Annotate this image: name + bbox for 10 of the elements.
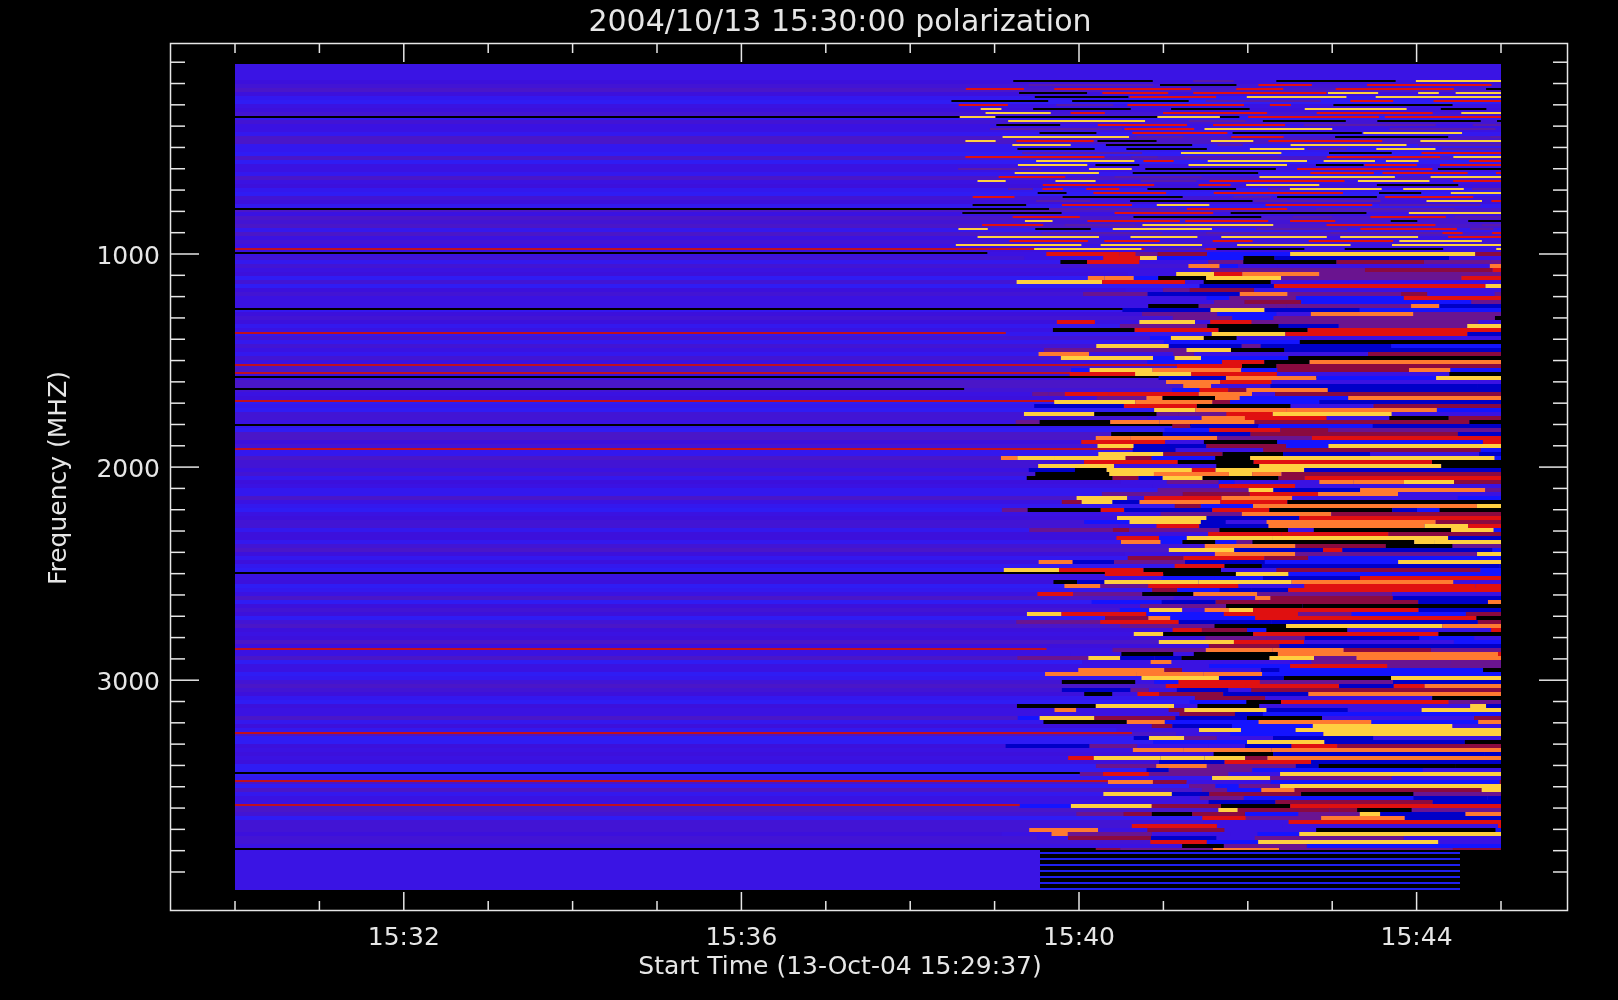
tick-label: 1000: [96, 241, 160, 270]
axis-label: Start Time (13-Oct-04 15:29:37): [638, 951, 1042, 980]
tick-label: 15:40: [1043, 922, 1115, 951]
tick-label: 3000: [96, 667, 160, 697]
plot-title: 2004/10/13 15:30:00 polarization: [588, 3, 1092, 38]
tick-label: 2000: [96, 454, 160, 484]
tick-label: 15:32: [367, 922, 440, 951]
tick-label: 15:36: [705, 922, 778, 951]
axis-label: Frequency (MHZ): [43, 370, 72, 586]
tick-label: 15:44: [1380, 922, 1453, 951]
